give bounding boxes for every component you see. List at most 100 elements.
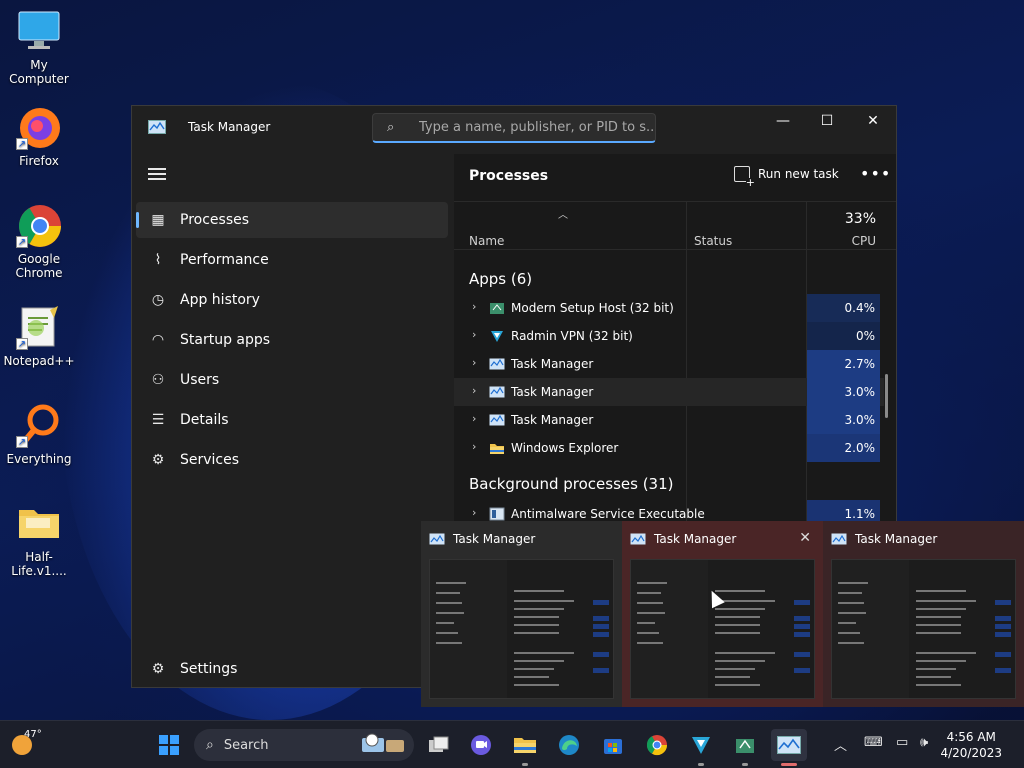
cpu-value: 0.4% (807, 294, 880, 322)
desktop-icon-notepadpp[interactable]: ↗ Notepad++ (0, 304, 78, 368)
process-name: Radmin VPN (32 bit) (511, 329, 633, 343)
desktop-icon-my-computer[interactable]: My Computer (0, 8, 78, 86)
desktop-icon-firefox[interactable]: ↗ Firefox (0, 104, 78, 168)
process-name: Modern Setup Host (32 bit) (511, 301, 674, 315)
cpu-total-percent: 33% (844, 211, 876, 227)
setup-host-icon (736, 739, 754, 753)
sidebar: ▦ Processes ⌇ Performance ◷ App history … (132, 154, 452, 687)
history-icon: ◷ (151, 292, 165, 308)
start-button[interactable] (151, 729, 187, 761)
window-miniature (429, 559, 614, 699)
close-button[interactable]: ✕ (850, 106, 896, 136)
store-button[interactable] (595, 729, 631, 761)
sidebar-item-details[interactable]: ☰ Details (136, 402, 448, 438)
run-task-icon (734, 166, 755, 188)
cpu-value: 0% (807, 322, 880, 350)
notepadpp-icon: ↗ (16, 304, 62, 350)
expand-chevron-icon[interactable]: › (472, 384, 476, 397)
thumbnail-preview[interactable]: Task Manager ✕ (622, 521, 823, 707)
setup-host-icon (490, 303, 504, 314)
desktop-icon-chrome[interactable]: ↗ Google Chrome (0, 202, 78, 280)
process-name: Task Manager (511, 357, 594, 371)
scrollbar[interactable] (885, 374, 888, 418)
network-icon[interactable]: ▭ (896, 735, 908, 750)
column-cpu[interactable]: CPU (852, 234, 876, 248)
sidebar-item-label: Performance (180, 252, 269, 268)
thumbnail-header: Task Manager (429, 532, 535, 546)
system-clock[interactable]: 4:56 AM 4/20/2023 (940, 729, 1002, 761)
table-row[interactable]: › Windows Explorer 2.0% (454, 434, 884, 462)
sidebar-item-services[interactable]: ⚙ Services (136, 442, 448, 478)
thumbnail-preview[interactable]: Task Manager (421, 521, 622, 707)
chrome-icon (646, 735, 668, 756)
run-new-task-button[interactable]: Run new task (734, 166, 839, 188)
process-name: Task Manager (511, 413, 594, 427)
task-manager-icon (489, 358, 505, 370)
table-row[interactable]: › Modern Setup Host (32 bit) 0.4% (454, 294, 884, 322)
thumbnail-close-button[interactable]: ✕ (799, 530, 811, 546)
task-view-icon (429, 736, 449, 752)
task-manager-taskbar-button[interactable] (771, 729, 807, 766)
more-options-button[interactable]: ••• (860, 164, 891, 183)
desktop-icon-label: My Computer (9, 58, 69, 86)
thumbnail-title: Task Manager (654, 532, 737, 546)
expand-chevron-icon[interactable]: › (472, 300, 476, 313)
search-box[interactable]: ⌕ (372, 113, 656, 143)
chat-button[interactable] (463, 729, 499, 761)
sidebar-item-processes[interactable]: ▦ Processes (136, 202, 448, 238)
setup-host-button[interactable] (727, 729, 763, 766)
minimize-button[interactable]: — (760, 106, 806, 136)
taskbar-search[interactable]: ⌕ Search (194, 729, 414, 761)
expand-chevron-icon[interactable]: › (472, 412, 476, 425)
expand-chevron-icon[interactable]: › (472, 328, 476, 341)
weather-widget[interactable]: 47° (10, 729, 44, 761)
column-name[interactable]: Name (469, 234, 504, 248)
task-manager-icon (429, 533, 445, 545)
file-explorer-button[interactable] (507, 729, 543, 766)
edge-button[interactable] (551, 729, 587, 761)
search-highlight-icon (362, 733, 404, 752)
clock-time: 4:56 AM (946, 730, 996, 744)
table-row[interactable]: › Task Manager 3.0% (454, 378, 884, 406)
chrome-button[interactable] (639, 729, 675, 761)
search-input[interactable] (419, 120, 654, 135)
sidebar-item-performance[interactable]: ⌇ Performance (136, 242, 448, 278)
table-row[interactable]: › Task Manager 2.7% (454, 350, 884, 378)
group-title-background: Background processes (31) (469, 475, 674, 493)
keyboard-icon[interactable]: ⌨ (864, 735, 883, 750)
startup-icon: ◠ (151, 332, 165, 348)
sidebar-item-label: Services (180, 452, 240, 468)
volume-icon[interactable]: 🕪 (920, 735, 928, 750)
taskbar-search-label: Search (223, 737, 269, 753)
maximize-button[interactable]: ☐ (804, 106, 850, 136)
expand-chevron-icon[interactable]: › (472, 506, 476, 519)
thumbnail-title: Task Manager (453, 532, 536, 546)
sidebar-item-app-history[interactable]: ◷ App history (136, 282, 448, 318)
file-explorer-icon (514, 738, 536, 753)
sidebar-item-users[interactable]: ⚇ Users (136, 362, 448, 398)
hamburger-menu-icon[interactable] (148, 168, 166, 180)
column-status[interactable]: Status (694, 234, 732, 248)
expand-chevron-icon[interactable]: › (472, 356, 476, 369)
sidebar-item-label: Startup apps (180, 332, 271, 348)
expand-chevron-icon[interactable]: › (472, 440, 476, 453)
sidebar-item-settings[interactable]: ⚙ Settings (136, 651, 448, 687)
services-icon: ⚙ (151, 452, 165, 468)
chrome-icon: ↗ (16, 202, 62, 248)
everything-search-icon: ↗ (16, 402, 62, 448)
table-row[interactable]: › Task Manager 3.0% (454, 406, 884, 434)
radmin-vpn-button[interactable] (683, 729, 719, 766)
sidebar-item-startup-apps[interactable]: ◠ Startup apps (136, 322, 448, 358)
performance-icon: ⌇ (154, 252, 162, 268)
desktop-icon-everything[interactable]: ↗ Everything (0, 402, 78, 466)
desktop-icon-half-life[interactable]: Half-Life.v1.... (0, 500, 78, 578)
task-manager-icon (777, 736, 801, 754)
task-view-button[interactable] (421, 729, 457, 761)
table-row[interactable]: › Radmin VPN (32 bit) 0% (454, 322, 884, 350)
taskbar: 47° ⌕ Search ︿ ⌨ ▭ 🕪 4:56 AM 4/20/2023 (0, 720, 1024, 768)
thumbnail-preview[interactable]: Task Manager (823, 521, 1024, 707)
show-hidden-icons-chevron-icon[interactable]: ︿ (834, 735, 847, 754)
explorer-folder-icon (490, 444, 504, 454)
title-bar[interactable]: Task Manager ⌕ — ☐ ✕ (132, 106, 896, 154)
thumbnail-title: Task Manager (855, 532, 938, 546)
